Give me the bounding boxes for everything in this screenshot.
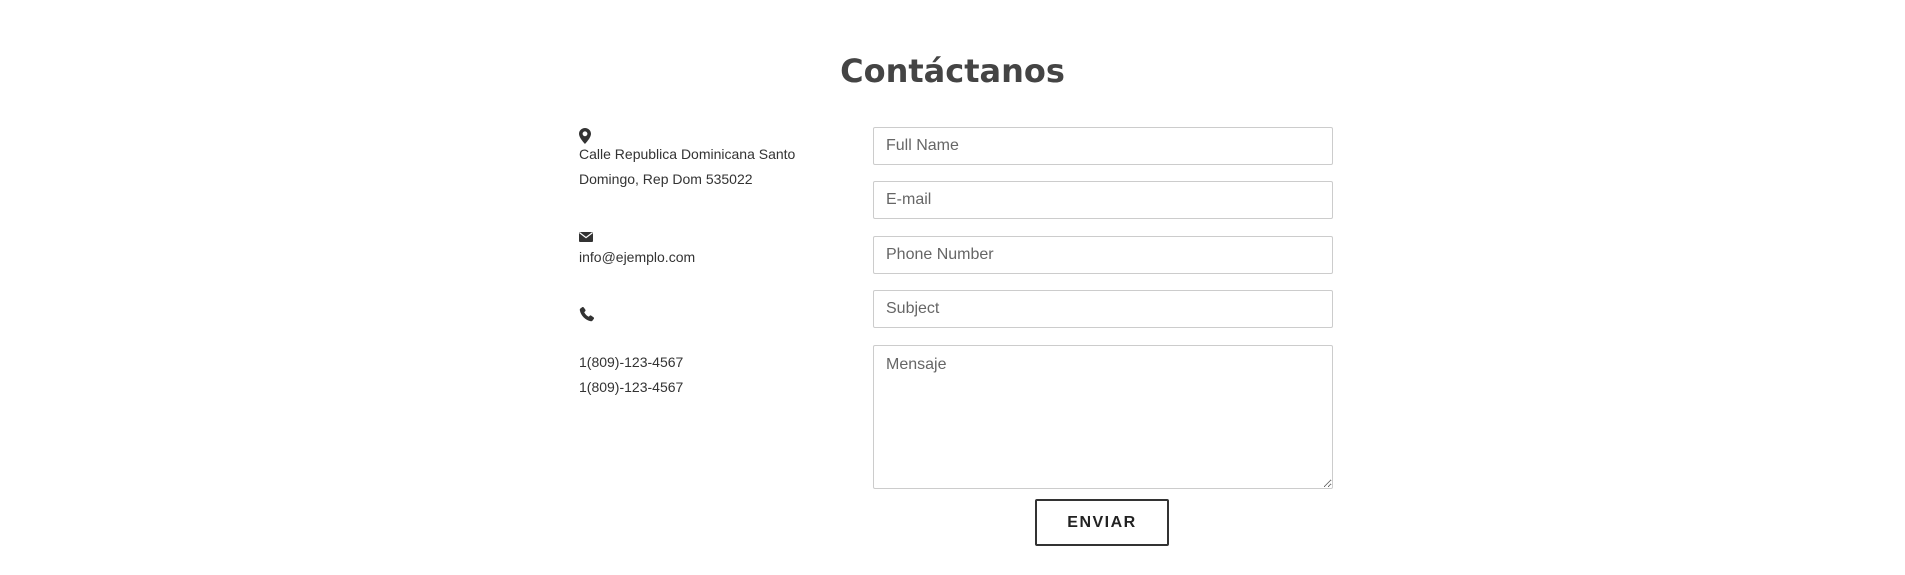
address-line-2: Domingo, Rep Dom 535022 (579, 171, 753, 187)
address-block: Calle Republica Dominicana Santo Domingo… (579, 128, 795, 192)
subject-input[interactable] (873, 290, 1333, 328)
email-block: info@ejemplo.com (579, 230, 695, 270)
page-title: Contáctanos (840, 52, 1065, 90)
full-name-input[interactable] (873, 127, 1333, 165)
submit-button[interactable]: ENVIAR (1035, 499, 1169, 546)
phone-icon (579, 306, 595, 322)
contact-page: Contáctanos Calle Republica Dominicana S… (0, 0, 1905, 575)
message-textarea[interactable] (873, 345, 1333, 489)
phone-block: 1(809)-123-4567 1(809)-123-4567 (579, 306, 683, 400)
email-input[interactable] (873, 181, 1333, 219)
phone-number-2[interactable]: 1(809)-123-4567 (579, 375, 683, 400)
address-line-1: Calle Republica Dominicana Santo (579, 146, 796, 162)
phone-input[interactable] (873, 236, 1333, 274)
email-address[interactable]: info@ejemplo.com (579, 245, 695, 270)
phone-number-1[interactable]: 1(809)-123-4567 (579, 350, 683, 375)
envelope-icon (579, 230, 595, 246)
